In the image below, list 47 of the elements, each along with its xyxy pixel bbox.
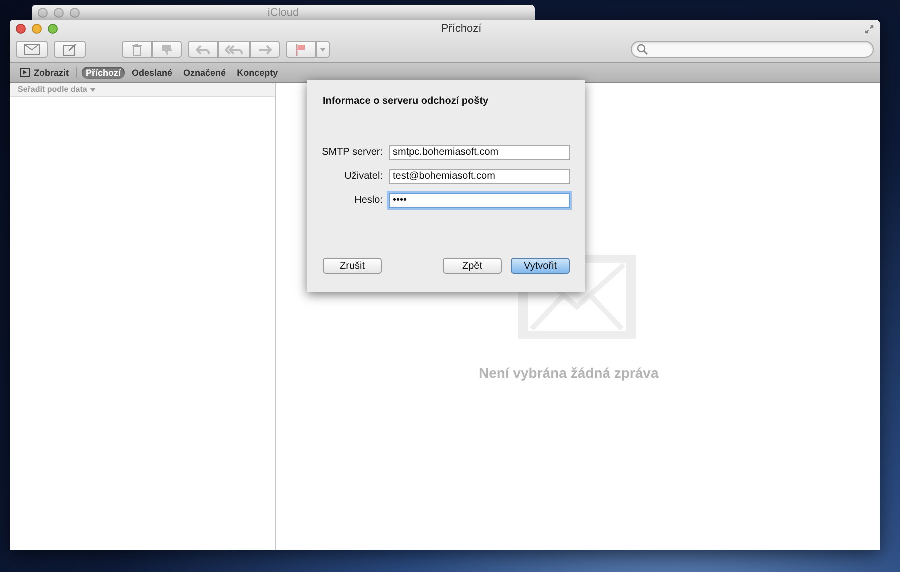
window-title: Příchozí — [440, 23, 483, 35]
envelope-icon — [24, 44, 40, 55]
dialog-button[interactable]: Vytvořit — [511, 258, 570, 274]
reply-arrow-icon — [196, 44, 210, 54]
minimize-icon[interactable] — [54, 8, 64, 18]
mailbox-tab[interactable]: Označené — [180, 66, 230, 78]
thumbs-down-icon — [161, 44, 173, 56]
mailbox-tab[interactable]: Odeslané — [128, 66, 177, 78]
field-label: Uživatel: — [344, 171, 383, 182]
show-mailboxes-button[interactable]: Zobrazit — [18, 68, 71, 78]
field-label: Heslo: — [354, 195, 383, 206]
mailbox-tab[interactable]: Koncepty — [233, 66, 282, 78]
mailbox-tab[interactable]: Příchozí — [82, 66, 126, 78]
play-icon — [20, 68, 30, 77]
empty-state-text: Není vybrána žádná zpráva — [479, 365, 659, 381]
close-icon[interactable] — [16, 24, 26, 34]
compose-button[interactable] — [54, 41, 86, 58]
zoom-icon[interactable] — [70, 8, 80, 18]
field-label: SMTP server: — [322, 147, 383, 158]
close-icon[interactable] — [38, 8, 48, 18]
input-field[interactable]: •••• — [389, 193, 570, 208]
delete-button[interactable] — [122, 41, 152, 58]
input-field[interactable]: test@bohemiasoft.com — [389, 169, 570, 184]
trash-icon — [132, 44, 142, 56]
dialog-button[interactable]: Zrušit — [323, 258, 382, 274]
compose-icon — [63, 44, 77, 56]
flag-button[interactable] — [286, 41, 316, 58]
flag-menu-button[interactable] — [316, 41, 330, 58]
dialog-button[interactable]: Zpět — [443, 258, 502, 274]
window-title: iCloud — [266, 7, 300, 19]
reply-all-arrow-icon — [225, 44, 243, 54]
dialog-title: Informace o serveru odchozí pošty — [323, 96, 489, 107]
minimize-icon[interactable] — [32, 24, 42, 34]
caret-icon — [320, 48, 326, 52]
forward-arrow-icon — [258, 44, 272, 54]
flag-icon — [296, 44, 306, 56]
get-mail-button[interactable] — [16, 41, 48, 58]
fullscreen-icon[interactable] — [865, 24, 874, 34]
caret-icon — [90, 88, 96, 92]
search-field[interactable] — [631, 41, 874, 58]
reply-button[interactable] — [188, 41, 218, 58]
search-icon — [637, 44, 648, 55]
junk-button[interactable] — [152, 41, 182, 58]
reply-all-button[interactable] — [218, 41, 250, 58]
input-field[interactable]: smtpc.bohemiasoft.com — [389, 145, 570, 160]
zoom-icon[interactable] — [48, 24, 58, 34]
forward-button[interactable] — [250, 41, 280, 58]
